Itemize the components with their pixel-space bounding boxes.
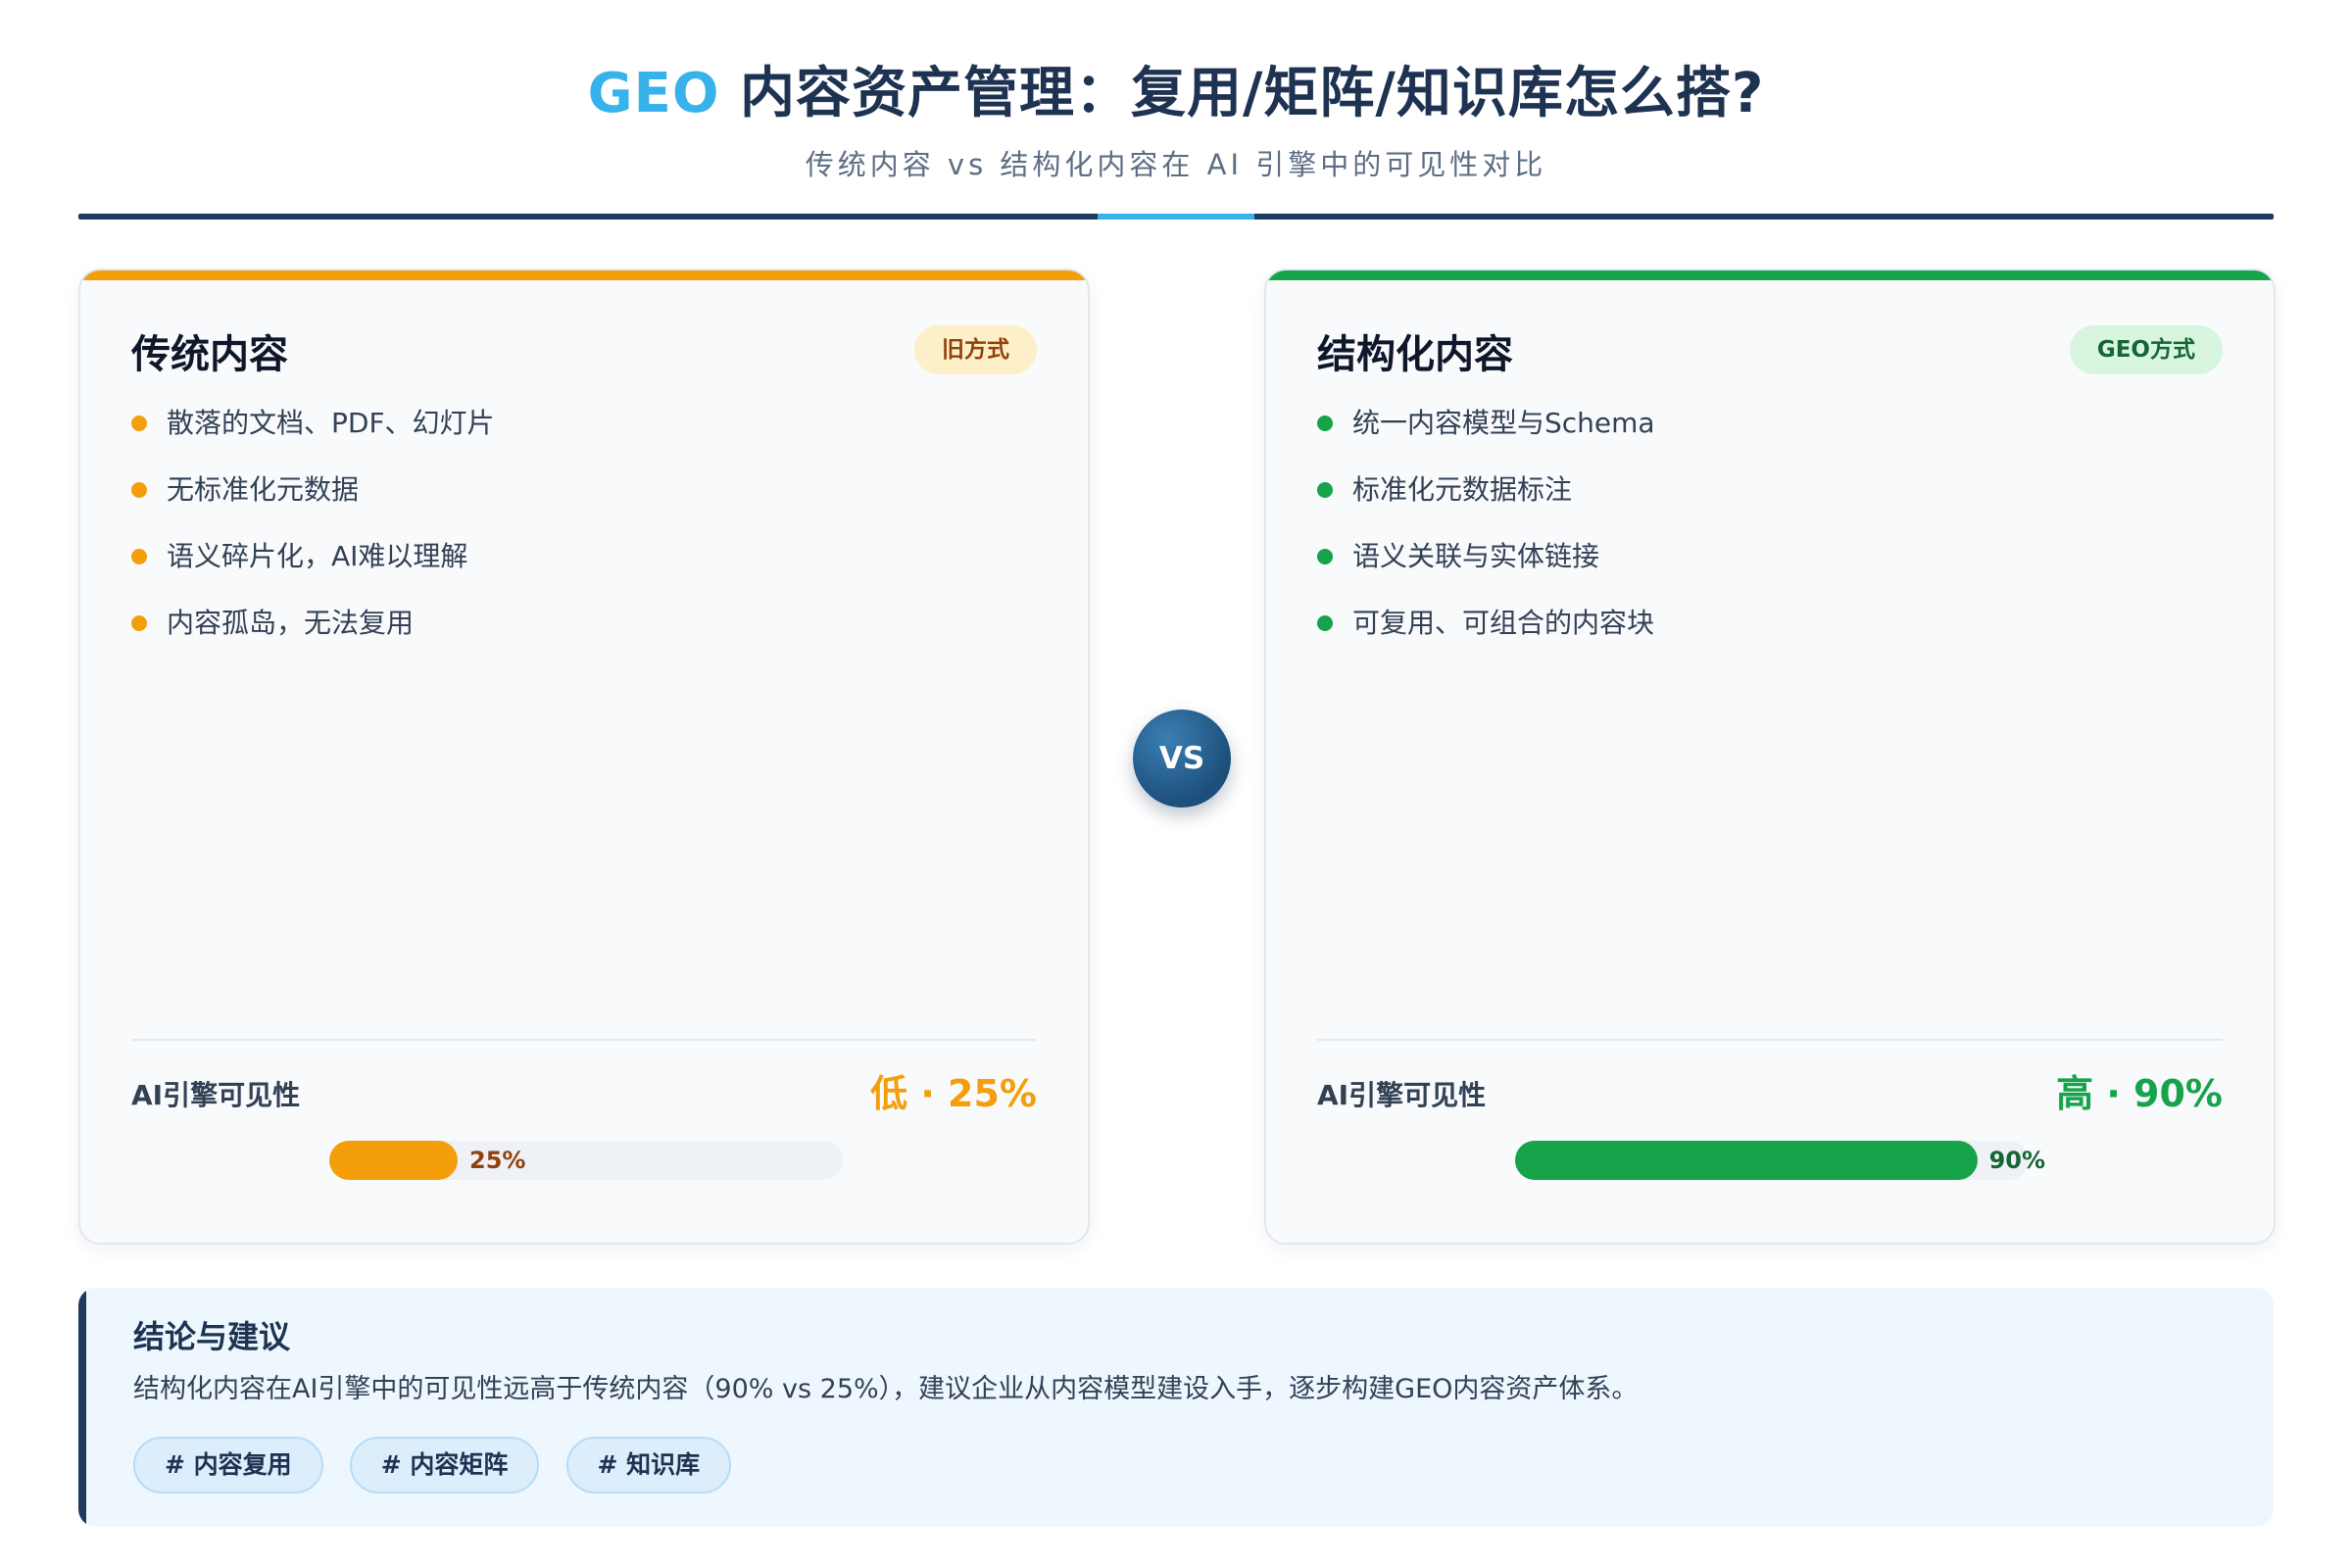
- bullet-dot-icon: [131, 416, 147, 431]
- list-item: 内容孤岛，无法复用: [131, 602, 495, 668]
- page-subtitle: 传统内容 vs 结构化内容在 AI 引擎中的可见性对比: [805, 148, 1547, 181]
- bullet-dot-icon: [131, 482, 147, 498]
- traditional-content-card: 传统内容 旧方式 散落的文档、PDF、幻灯片 无标准化元数据 语义碎片化，AI难…: [78, 269, 1090, 1245]
- list-item-text: 统一内容模型与Schema: [1352, 407, 1655, 439]
- bullet-dot-icon: [1317, 549, 1333, 564]
- card-top-accent-bar: [80, 270, 1088, 280]
- list-item-text: 内容孤岛，无法复用: [167, 607, 415, 639]
- vs-badge: VS: [1133, 710, 1231, 808]
- conclusion-text: 结构化内容在AI引擎中的可见性远高于传统内容（90% vs 25%），建议企业从…: [133, 1374, 1639, 1404]
- visibility-value: 低 · 25%: [870, 1072, 1037, 1115]
- card-top-accent-bar: [1266, 270, 2274, 280]
- tag-knowledge-base[interactable]: # 知识库: [565, 1437, 732, 1494]
- list-item-text: 可复用、可组合的内容块: [1352, 607, 1655, 639]
- bullet-dot-icon: [131, 615, 147, 631]
- old-method-badge: 旧方式: [914, 325, 1037, 374]
- list-item: 语义碎片化，AI难以理解: [131, 535, 495, 602]
- visibility-value: 高 · 90%: [2056, 1072, 2223, 1115]
- visibility-progress-bar: 25%: [329, 1141, 843, 1180]
- card-separator: [131, 1039, 1037, 1041]
- visibility-label: AI引擎可见性: [1317, 1079, 1487, 1111]
- progress-fill: [1515, 1141, 1978, 1180]
- card-title: 传统内容: [131, 332, 288, 377]
- list-item: 无标准化元数据: [131, 468, 495, 535]
- tag-content-reuse[interactable]: # 内容复用: [133, 1437, 323, 1494]
- list-item-text: 散落的文档、PDF、幻灯片: [167, 407, 495, 439]
- title-accent: GEO: [587, 62, 720, 125]
- progress-label: 25%: [469, 1147, 526, 1174]
- header-divider-accent: [1098, 214, 1254, 220]
- visibility-progress-bar: 90%: [1515, 1141, 2045, 1180]
- feature-list: 统一内容模型与Schema 标准化元数据标注 语义关联与实体链接 可复用、可组合…: [1317, 402, 1655, 668]
- card-separator: [1317, 1039, 2223, 1041]
- bullet-dot-icon: [1317, 615, 1333, 631]
- tag-list: # 内容复用 # 内容矩阵 # 知识库: [133, 1437, 753, 1494]
- card-title: 结构化内容: [1317, 332, 1513, 377]
- title-text: 内容资产管理：复用/矩阵/知识库怎么搭?: [719, 62, 1765, 125]
- structured-content-card: 结构化内容 GEO方式 统一内容模型与Schema 标准化元数据标注 语义关联与…: [1264, 269, 2276, 1245]
- list-item-text: 语义碎片化，AI难以理解: [167, 540, 468, 572]
- bullet-dot-icon: [1317, 482, 1333, 498]
- progress-fill: [329, 1141, 458, 1180]
- visibility-label: AI引擎可见性: [131, 1079, 301, 1111]
- list-item-text: 无标准化元数据: [167, 473, 360, 506]
- bullet-dot-icon: [1317, 416, 1333, 431]
- list-item: 标准化元数据标注: [1317, 468, 1655, 535]
- conclusion-title: 结论与建议: [133, 1318, 291, 1355]
- progress-label: 90%: [1988, 1147, 2046, 1174]
- page: GEO 内容资产管理：复用/矩阵/知识库怎么搭? 传统内容 vs 结构化内容在 …: [0, 0, 2352, 1568]
- conclusion-accent-bar: [78, 1288, 86, 1527]
- feature-list: 散落的文档、PDF、幻灯片 无标准化元数据 语义碎片化，AI难以理解 内容孤岛，…: [131, 402, 495, 668]
- list-item: 可复用、可组合的内容块: [1317, 602, 1655, 668]
- page-title: GEO 内容资产管理：复用/矩阵/知识库怎么搭?: [0, 57, 2352, 131]
- conclusion-panel: 结论与建议 结构化内容在AI引擎中的可见性远高于传统内容（90% vs 25%）…: [78, 1288, 2274, 1527]
- header: GEO 内容资产管理：复用/矩阵/知识库怎么搭? 传统内容 vs 结构化内容在 …: [0, 57, 2352, 184]
- geo-method-badge: GEO方式: [2069, 325, 2223, 374]
- list-item: 语义关联与实体链接: [1317, 535, 1655, 602]
- tag-content-matrix[interactable]: # 内容矩阵: [349, 1437, 540, 1494]
- list-item-text: 标准化元数据标注: [1352, 473, 1573, 506]
- bullet-dot-icon: [131, 549, 147, 564]
- list-item-text: 语义关联与实体链接: [1352, 540, 1600, 572]
- list-item: 散落的文档、PDF、幻灯片: [131, 402, 495, 468]
- list-item: 统一内容模型与Schema: [1317, 402, 1655, 468]
